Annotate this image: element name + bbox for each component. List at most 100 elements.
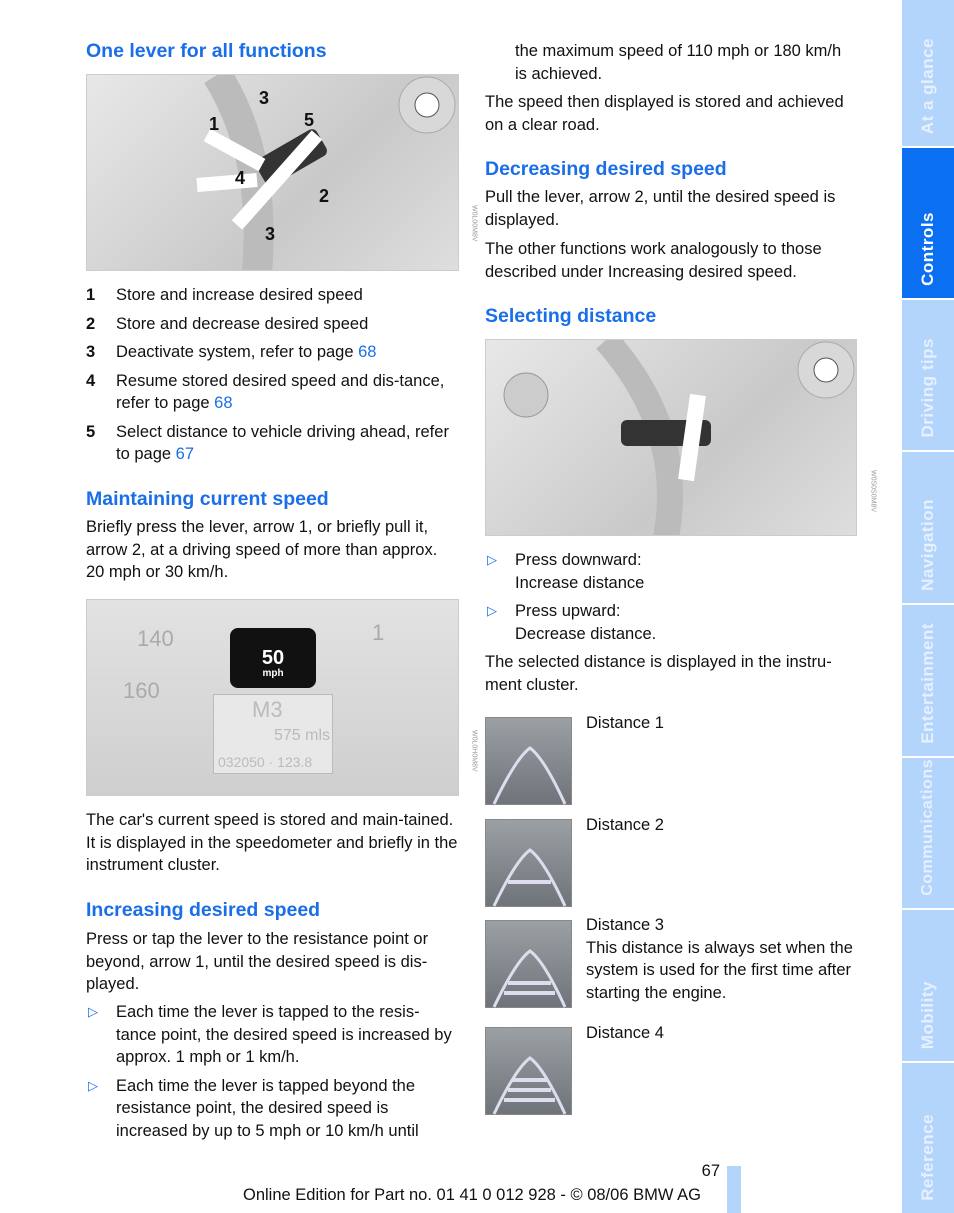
tab-mobility[interactable]: Mobility <box>902 910 954 1061</box>
list-item: 3 Deactivate system, refer to page 68 <box>86 341 459 364</box>
item-number: 2 <box>86 314 96 333</box>
distance-4-image <box>485 1027 572 1115</box>
list-item: ▷ Each time the lever is tapped beyond th… <box>86 1075 459 1143</box>
heading-increasing: Increasing desired speed <box>86 899 321 921</box>
bullet-list: ▷ Press downward: Increase distance ▷ Press… <box>485 549 857 651</box>
paragraph: Press or tap the lever to the resistance… <box>86 930 429 993</box>
page-number: 67 <box>701 1162 720 1180</box>
distance-description: This distance is always set when the sys… <box>586 938 853 1002</box>
tab-reference[interactable]: Reference <box>902 1063 954 1213</box>
item-text: Store and increase desired speed <box>116 286 363 304</box>
paragraph: The selected distance is displayed in th… <box>485 653 832 694</box>
list-item: ▷ Press downward: Increase distance <box>485 549 857 594</box>
list-item: ▷ Each time the lever is tapped to the re… <box>86 1001 459 1069</box>
tab-navigation[interactable]: Navigation <box>902 452 954 603</box>
tab-communications[interactable]: Communications <box>902 758 954 908</box>
distance-label: Distance 2 <box>586 816 664 834</box>
tab-label: Communications <box>918 759 936 896</box>
function-list: 1 Store and increase desired speed 2 Store… <box>86 284 459 472</box>
item-text: Each time the lever is tapped to the res… <box>116 1003 452 1066</box>
page-link[interactable]: 68 <box>358 343 376 361</box>
paragraph: The speed then displayed is stored and a… <box>485 93 844 134</box>
heading-one-lever: One lever for all functions <box>86 40 327 62</box>
item-number: 3 <box>86 343 96 361</box>
item-text: Press downward: <box>515 551 642 569</box>
tab-label: Controls <box>917 212 937 286</box>
paragraph: the maximum speed of 110 mph or 180 km/h… <box>515 42 842 83</box>
footer-text: Online Edition for Part no. 01 41 0 012 … <box>243 1186 701 1204</box>
tacho-tick: 1 <box>372 620 385 645</box>
arrow-label: 5 <box>304 110 315 130</box>
tab-label: Mobility <box>917 980 937 1049</box>
speed-display: 50 mph <box>230 628 316 688</box>
triangle-bullet-icon: ▷ <box>487 603 497 618</box>
paragraph: The other functions work analogously to … <box>485 240 822 281</box>
distance-lever-figure <box>485 339 857 536</box>
arrow-label: 3 <box>259 88 270 108</box>
item-number: 4 <box>86 371 96 390</box>
list-item: 1 Store and increase desired speed <box>86 284 459 307</box>
tab-label: Reference <box>917 1114 937 1201</box>
gear-indicator: M3 <box>252 697 283 722</box>
triangle-bullet-icon: ▷ <box>88 1077 98 1093</box>
list-item: ▷ Press upward: Decrease distance. <box>485 600 857 645</box>
speedo-tick: 140 <box>137 626 174 651</box>
tab-at-a-glance[interactable]: At a glance <box>902 0 954 146</box>
triangle-bullet-icon: ▷ <box>487 552 497 567</box>
heading-decreasing: Decreasing desired speed <box>485 158 727 180</box>
bullet-list: ▷ Each time the lever is tapped to the re… <box>86 1001 459 1148</box>
tab-driving-tips[interactable]: Driving tips <box>902 300 954 450</box>
arrow-label: 2 <box>319 186 330 206</box>
list-item: 5 Select distance to vehicle driving ahea… <box>86 421 459 466</box>
info-display: M3 575 mls 032050 · 123.8 <box>213 694 333 774</box>
distance-label: Distance 3 This distance is always set wh… <box>586 914 856 1004</box>
figure-code: W0S0S0M8V <box>869 470 877 513</box>
list-item: 4 Resume stored desired speed and dis-tan… <box>86 370 459 415</box>
list-item: 2 Store and decrease desired speed <box>86 313 459 336</box>
tab-controls[interactable]: Controls <box>902 148 954 298</box>
item-text: Each time the lever is tapped beyond the… <box>116 1076 419 1140</box>
speed-value: 50 <box>261 647 285 669</box>
tab-entertainment[interactable]: Entertainment <box>902 605 954 756</box>
paragraph: Pull the lever, arrow 2, until the desir… <box>485 188 836 229</box>
tab-label: At a glance <box>917 37 937 134</box>
odometer-readout: 032050 · 123.8 <box>218 754 313 770</box>
distance-label: Distance 1 <box>586 714 664 732</box>
page-link[interactable]: 68 <box>214 394 232 412</box>
item-text: Store and decrease desired speed <box>116 314 369 333</box>
distance-label: Distance 4 <box>586 1024 664 1042</box>
item-text: Select distance to vehicle driving ahead… <box>116 422 449 464</box>
speed-unit: mph <box>262 668 284 679</box>
tab-label: Entertainment <box>917 623 937 744</box>
item-text: Deactivate system, refer to page <box>116 343 359 361</box>
page-link[interactable]: 67 <box>176 445 194 463</box>
distance-label-text: Distance 3 <box>586 916 664 934</box>
arrow-label: 1 <box>209 114 220 134</box>
item-text: Increase distance <box>515 573 645 592</box>
page-marker <box>727 1166 741 1213</box>
item-number: 1 <box>86 286 96 304</box>
distance-lever-illustration <box>503 340 855 535</box>
triangle-bullet-icon: ▷ <box>88 1004 98 1019</box>
figure-code: W0L00M8V <box>470 205 478 242</box>
tab-label: Navigation <box>917 499 937 591</box>
paragraph: Briefly press the lever, arrow 1, or bri… <box>86 518 438 581</box>
distance-1-image <box>485 717 572 805</box>
heading-maintaining: Maintaining current speed <box>86 488 329 510</box>
arrow-label: 4 <box>235 168 246 188</box>
item-text: Press upward: <box>515 602 621 620</box>
range-readout: 575 mls <box>274 727 331 744</box>
item-number: 5 <box>86 422 96 441</box>
arrow-label: 3 <box>265 224 276 244</box>
paragraph: The car's current speed is stored and ma… <box>86 811 458 874</box>
item-text: Resume stored desired speed and dis-tanc… <box>116 371 445 413</box>
distance-2-image <box>485 819 572 907</box>
heading-selecting: Selecting distance <box>485 305 657 327</box>
instrument-cluster-figure: 140 160 1 50 mph M3 575 mls 032050 · 123… <box>86 599 459 796</box>
lever-figure: 1 2 3 4 5 3 <box>86 74 459 271</box>
distance-3-image <box>485 920 572 1008</box>
speedo-tick: 160 <box>123 678 160 703</box>
item-text: Decrease distance. <box>515 624 657 643</box>
figure-code: W0L0H0M8V <box>470 730 478 772</box>
tab-label: Driving tips <box>917 338 937 438</box>
